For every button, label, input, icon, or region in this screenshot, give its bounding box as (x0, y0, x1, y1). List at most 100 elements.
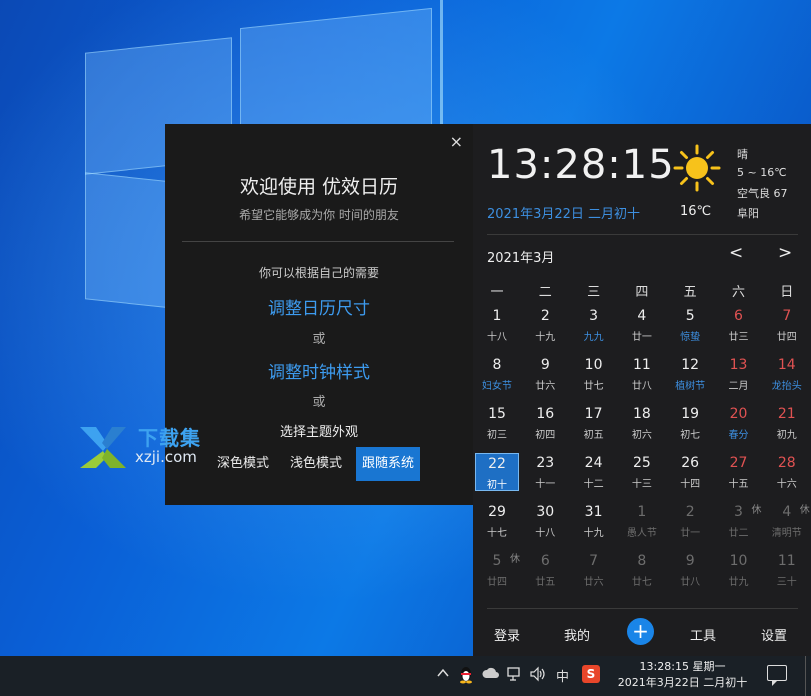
day-number: 21 (777, 406, 796, 422)
day-cell[interactable]: 4 清明节休 (765, 502, 810, 540)
lunar-label: 春分 (728, 430, 749, 441)
day-cell[interactable]: 17 初五 (572, 404, 616, 442)
taskbar-clock[interactable]: 13:28:15 星期一 2021年3月22日 二月初十 (614, 659, 751, 691)
day-cell[interactable]: 2 廿一 (668, 502, 712, 540)
theme-light-button[interactable]: 浅色模式 (290, 447, 342, 481)
lunar-label: 廿四 (487, 577, 507, 588)
weekday-label: 三 (587, 285, 601, 300)
day-cell[interactable]: 13 二月 (717, 355, 761, 393)
login-button[interactable]: 登录 (494, 625, 520, 644)
day-number: 31 (584, 504, 603, 520)
settings-button[interactable]: 设置 (761, 625, 787, 644)
day-number: 12 (681, 357, 700, 373)
close-icon[interactable]: × (450, 132, 463, 151)
day-cell[interactable]: 7 廿六 (572, 551, 616, 589)
day-cell[interactable]: 26 十四 (668, 453, 712, 491)
day-cell[interactable]: 10 廿七 (572, 355, 616, 393)
cloud-icon[interactable] (482, 666, 500, 684)
adjust-clock-style-link[interactable]: 调整时钟样式 (165, 358, 473, 383)
calendar-panel: 13:28:15 2021年3月22日 二月初十 16℃ 晴 5 ~ 16℃ 空… (473, 124, 811, 656)
lunar-label: 惊蛰 (680, 332, 701, 343)
day-cell[interactable]: 3 廿二休 (717, 502, 762, 540)
day-cell[interactable]: 30 十八 (523, 502, 567, 540)
watermark-logo-icon (80, 427, 126, 468)
chevron-up-icon[interactable] (436, 666, 450, 684)
add-button[interactable]: + (627, 618, 654, 645)
theme-system-button[interactable]: 跟随系统 (356, 447, 421, 481)
day-number: 15 (488, 406, 506, 422)
day-cell[interactable]: 15 初三 (475, 404, 519, 442)
day-cell[interactable]: 1 十八 (475, 306, 519, 344)
lunar-label: 愚人节 (626, 528, 657, 539)
day-number: 27 (729, 455, 748, 471)
clock-date[interactable]: 2021年3月22日 二月初十 (487, 203, 640, 222)
holiday-badge: 休 (799, 505, 810, 516)
lunar-label: 十二 (583, 479, 604, 490)
day-cell[interactable]: 11 廿八 (620, 355, 664, 393)
day-cell[interactable]: 6 廿五 (523, 551, 567, 589)
day-cell[interactable]: 16 初四 (523, 404, 567, 442)
tools-button[interactable]: 工具 (690, 625, 716, 644)
day-cell[interactable]: 12 植树节 (668, 355, 712, 393)
day-number: 9 (685, 553, 695, 569)
notification-icon[interactable] (767, 665, 787, 686)
day-cell[interactable]: 24 十二 (572, 453, 616, 491)
lunar-label: 廿八 (631, 381, 652, 392)
prev-month-button[interactable]: < (729, 243, 743, 263)
lunar-label: 廿六 (535, 381, 556, 392)
day-cell[interactable]: 9 廿八 (668, 551, 712, 589)
day-number: 6 (540, 553, 550, 569)
show-desktop-divider[interactable] (805, 656, 806, 696)
day-number: 11 (632, 357, 651, 373)
mine-button[interactable]: 我的 (564, 625, 590, 644)
calendar-bottom-bar: 登录 我的 + 工具 设置 (473, 610, 811, 656)
day-cell[interactable]: 7 廿四 (765, 306, 809, 344)
day-cell[interactable]: 14 龙抬头 (765, 355, 809, 393)
day-cell[interactable]: 3 九九 (572, 306, 616, 344)
day-cell[interactable]: 8 妇女节 (475, 355, 519, 393)
day-cell[interactable]: 19 初七 (668, 404, 712, 442)
next-month-button[interactable]: > (778, 243, 792, 263)
lunar-label: 廿七 (631, 577, 652, 588)
weather-air: 空气良 67 (737, 187, 788, 200)
network-icon[interactable] (506, 666, 522, 686)
day-cell[interactable]: 28 十六 (765, 453, 809, 491)
day-cell[interactable]: 4 廿一 (620, 306, 664, 344)
day-cell[interactable]: 11 三十 (765, 551, 809, 589)
day-number: 13 (729, 357, 748, 373)
lunar-label: 清明节 (771, 528, 802, 539)
day-cell[interactable]: 9 廿六 (523, 355, 567, 393)
lunar-label: 廿八 (680, 577, 701, 588)
day-cell[interactable]: 27 十五 (717, 453, 761, 491)
day-cell[interactable]: 5 惊蛰 (668, 306, 712, 344)
month-title: 2021年3月 (487, 251, 555, 266)
day-cell[interactable]: 6 廿三 (717, 306, 761, 344)
day-cell[interactable]: 18 初六 (620, 404, 664, 442)
qq-penguin-icon[interactable] (458, 666, 474, 688)
day-cell[interactable]: 10 廿九 (717, 551, 761, 589)
lunar-label: 初五 (583, 430, 604, 441)
lunar-label: 初十 (487, 480, 507, 491)
adjust-size-link[interactable]: 调整日历尺寸 (165, 294, 473, 319)
day-cell[interactable]: 31 十九 (572, 502, 616, 540)
day-number: 9 (540, 357, 550, 373)
weather-range: 5 ~ 16℃ (737, 166, 787, 179)
ime-indicator[interactable]: 中 (556, 666, 569, 685)
day-cell[interactable]: 25 十三 (620, 453, 664, 491)
day-cell[interactable]: 5 廿四休 (475, 551, 520, 589)
day-cell[interactable]: 8 廿七 (620, 551, 664, 589)
day-cell[interactable]: 1 愚人节 (620, 502, 664, 540)
day-cell[interactable]: 2 十九 (523, 306, 567, 344)
day-cell[interactable]: 21 初九 (765, 404, 809, 442)
weekday-label: 日 (780, 285, 794, 300)
lunar-label: 植树节 (675, 381, 706, 392)
day-cell[interactable]: 23 十一 (523, 453, 567, 491)
day-cell[interactable]: 29 十七 (475, 502, 519, 540)
volume-icon[interactable] (529, 666, 547, 686)
day-number: 1 (492, 308, 502, 324)
divider (182, 241, 454, 242)
day-number: 2 (685, 504, 695, 520)
day-cell-today[interactable]: 22 初十 (475, 453, 519, 491)
day-cell[interactable]: 20 春分 (717, 404, 761, 442)
sogou-input-icon[interactable]: S (582, 665, 600, 683)
